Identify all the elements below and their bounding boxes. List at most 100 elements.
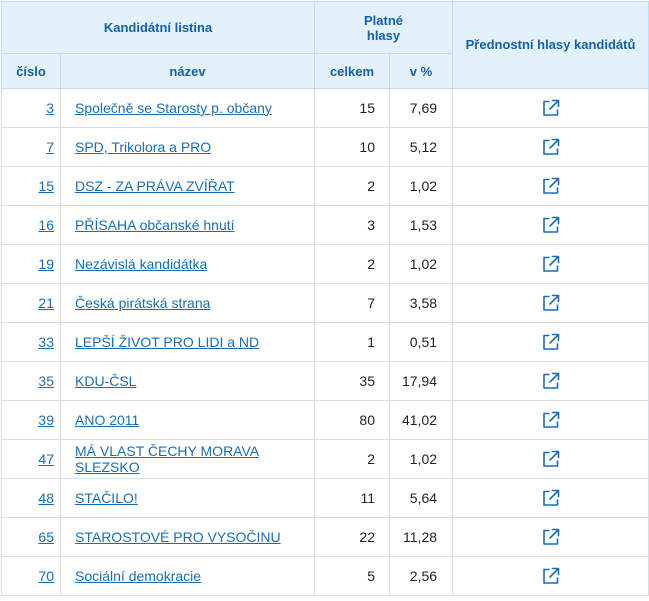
party-number-link[interactable]: 33 (38, 334, 54, 350)
votes-total-cell: 5 (314, 556, 390, 596)
votes-percent-cell: 17,94 (388, 361, 454, 401)
party-number-cell: 48 (1, 478, 61, 518)
external-link-icon[interactable] (541, 176, 561, 196)
party-name-cell: STAROSTOVÉ PRO VYSOČINU (60, 517, 315, 557)
party-number-link[interactable]: 35 (38, 373, 54, 389)
votes-total-cell: 80 (314, 400, 390, 440)
party-number-link[interactable]: 70 (38, 568, 54, 584)
votes-total-cell: 3 (314, 205, 390, 245)
table-row: 16 PŘÍSAHA občanské hnutí 3 1,53 (1, 205, 649, 245)
preferential-votes-cell (452, 556, 649, 596)
party-name-cell: Společně se Starosty p. občany (60, 88, 315, 128)
party-number-link[interactable]: 65 (38, 529, 54, 545)
party-name-link[interactable]: STAČILO! (75, 490, 138, 506)
votes-percent-cell: 41,02 (388, 400, 454, 440)
party-number-cell: 19 (1, 244, 61, 284)
valid-votes-header-line1: Platné (364, 12, 404, 28)
external-link-icon[interactable] (541, 98, 561, 118)
votes-percent-cell: 1,02 (388, 166, 454, 206)
party-name-cell: DSZ - ZA PRÁVA ZVÍŘAT (60, 166, 315, 206)
election-results-table: Kandidátní listina Platné hlasy Přednost… (1, 1, 649, 596)
external-link-icon[interactable] (541, 371, 561, 391)
party-number-link[interactable]: 47 (38, 451, 54, 467)
party-number-link[interactable]: 48 (38, 490, 54, 506)
table-row: 35 KDU-ČSL 35 17,94 (1, 361, 649, 401)
external-link-icon[interactable] (541, 137, 561, 157)
votes-total-cell: 7 (314, 283, 390, 323)
party-name-link[interactable]: DSZ - ZA PRÁVA ZVÍŘAT (75, 178, 235, 194)
party-name-link[interactable]: Nezávislá kandidátka (75, 256, 207, 272)
external-link-icon[interactable] (541, 293, 561, 313)
percent-column-header: v % (388, 53, 454, 89)
party-number-cell: 65 (1, 517, 61, 557)
table-row: 65 STAROSTOVÉ PRO VYSOČINU 22 11,28 (1, 517, 649, 557)
table-row: 70 Sociální demokracie 5 2,56 (1, 556, 649, 596)
table-row: 47 MÁ VLAST ČECHY MORAVA SLEZSKO 2 1,02 (1, 439, 649, 479)
party-name-cell: Sociální demokracie (60, 556, 315, 596)
external-link-icon[interactable] (541, 215, 561, 235)
party-number-link[interactable]: 3 (46, 100, 54, 116)
party-number-link[interactable]: 21 (38, 295, 54, 311)
number-column-header: číslo (1, 53, 61, 89)
party-name-link[interactable]: STAROSTOVÉ PRO VYSOČINU (75, 529, 281, 545)
votes-total-cell: 15 (314, 88, 390, 128)
party-number-cell: 16 (1, 205, 61, 245)
preferential-votes-cell (452, 517, 649, 557)
valid-votes-header: Platné hlasy (313, 1, 454, 54)
party-number-cell: 3 (1, 88, 61, 128)
party-name-cell: KDU-ČSL (60, 361, 315, 401)
party-number-link[interactable]: 19 (38, 256, 54, 272)
table-row: 7 SPD, Trikolora a PRO 10 5,12 (1, 127, 649, 167)
party-name-link[interactable]: SPD, Trikolora a PRO (75, 139, 211, 155)
party-name-cell: Nezávislá kandidátka (60, 244, 315, 284)
external-link-icon[interactable] (541, 332, 561, 352)
party-number-cell: 15 (1, 166, 61, 206)
votes-percent-cell: 1,02 (388, 244, 454, 284)
preferential-votes-cell (452, 478, 649, 518)
external-link-icon[interactable] (541, 410, 561, 430)
valid-votes-header-line2: hlasy (366, 27, 401, 43)
party-name-link[interactable]: PŘÍSAHA občanské hnutí (75, 217, 235, 233)
party-name-link[interactable]: ANO 2011 (75, 412, 139, 428)
external-link-icon[interactable] (541, 449, 561, 469)
party-number-cell: 70 (1, 556, 61, 596)
votes-total-cell: 2 (314, 244, 390, 284)
votes-total-cell: 2 (314, 439, 390, 479)
party-number-link[interactable]: 7 (46, 139, 54, 155)
preferential-votes-header: Přednostní hlasy kandidátů (452, 1, 649, 89)
name-column-header: název (60, 53, 315, 89)
votes-percent-cell: 3,58 (388, 283, 454, 323)
votes-percent-cell: 5,12 (388, 127, 454, 167)
votes-total-cell: 35 (314, 361, 390, 401)
table-row: 19 Nezávislá kandidátka 2 1,02 (1, 244, 649, 284)
party-name-link[interactable]: Společně se Starosty p. občany (75, 100, 272, 116)
party-name-link[interactable]: LEPŠÍ ŽIVOT PRO LIDI a ND (75, 334, 259, 350)
candidate-list-header: Kandidátní listina (1, 1, 315, 54)
external-link-icon[interactable] (541, 488, 561, 508)
external-link-icon[interactable] (541, 527, 561, 547)
votes-percent-cell: 1,53 (388, 205, 454, 245)
party-number-link[interactable]: 39 (38, 412, 54, 428)
party-name-link[interactable]: KDU-ČSL (75, 373, 136, 389)
votes-percent-cell: 2,56 (388, 556, 454, 596)
preferential-votes-cell (452, 88, 649, 128)
party-name-link[interactable]: Sociální demokracie (75, 568, 201, 584)
party-number-cell: 35 (1, 361, 61, 401)
party-name-link[interactable]: MÁ VLAST ČECHY MORAVA SLEZSKO (75, 443, 259, 475)
preferential-votes-cell (452, 322, 649, 362)
table-row: 3 Společně se Starosty p. občany 15 7,69 (1, 88, 649, 128)
party-name-cell: PŘÍSAHA občanské hnutí (60, 205, 315, 245)
party-name-link[interactable]: Česká pirátská strana (75, 295, 210, 311)
table-row: 33 LEPŠÍ ŽIVOT PRO LIDI a ND 1 0,51 (1, 322, 649, 362)
party-name-cell: STAČILO! (60, 478, 315, 518)
external-link-icon[interactable] (541, 566, 561, 586)
votes-total-cell: 10 (314, 127, 390, 167)
preferential-votes-cell (452, 361, 649, 401)
party-number-link[interactable]: 15 (38, 178, 54, 194)
preferential-votes-cell (452, 244, 649, 284)
votes-total-cell: 1 (314, 322, 390, 362)
party-number-link[interactable]: 16 (38, 217, 54, 233)
external-link-icon[interactable] (541, 254, 561, 274)
table-header: Kandidátní listina Platné hlasy Přednost… (1, 1, 649, 89)
party-number-cell: 7 (1, 127, 61, 167)
